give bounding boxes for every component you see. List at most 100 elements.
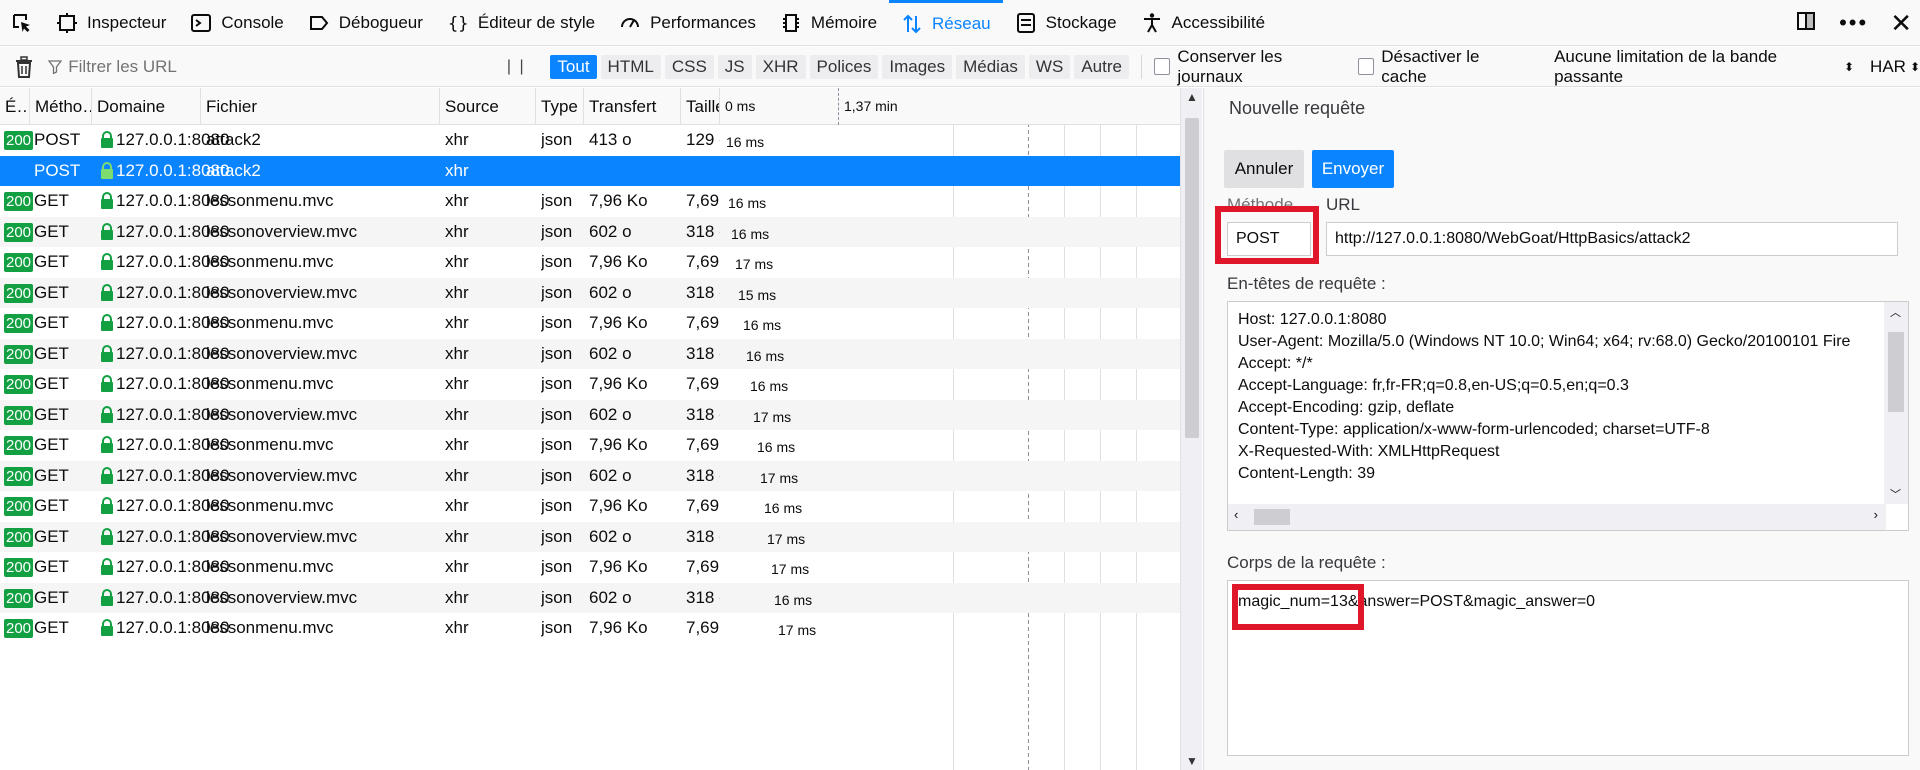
lock-icon: [100, 131, 114, 153]
table-row[interactable]: POST 127.0.0.1:8080 attack2 xhr: [0, 155, 1182, 186]
har-menu[interactable]: HAR ⬍: [1870, 57, 1920, 77]
column-header[interactable]: Type: [536, 88, 584, 125]
close-icon[interactable]: ✕: [1890, 8, 1912, 39]
chevron-right-icon[interactable]: ›: [1874, 507, 1878, 522]
table-row[interactable]: 200 POST 127.0.0.1:8080 attack2 xhr json 413 o…: [0, 125, 1182, 156]
filter-placeholder: Filtrer les URL: [68, 56, 177, 76]
file-cell: lessonmenu.mvc: [206, 435, 334, 454]
type-filter-button[interactable]: Polices: [809, 54, 879, 79]
table-row[interactable]: 200 GET 127.0.0.1:8080 lessonmenu.mvc xhr jso…: [0, 308, 1182, 339]
table-row[interactable]: 200 GET 127.0.0.1:8080 lessonoverview.mvc xh…: [0, 277, 1182, 308]
lock-icon: [100, 253, 114, 275]
headers-horizontal-scrollbar[interactable]: ‹ ›: [1228, 504, 1886, 530]
table-row[interactable]: 200 GET 127.0.0.1:8080 lessonoverview.mvc xh…: [0, 460, 1182, 491]
tab-storage[interactable]: Stockage: [1003, 0, 1129, 46]
table-row[interactable]: 200 GET 127.0.0.1:8080 lessonmenu.mvc xhr jso…: [0, 369, 1182, 400]
tab-inspector[interactable]: Inspecteur: [44, 0, 178, 46]
type-filter-button[interactable]: CSS: [664, 54, 714, 79]
more-options-icon[interactable]: •••: [1839, 10, 1868, 36]
pause-button[interactable]: | |: [492, 58, 540, 76]
method-cell: GET: [34, 252, 69, 271]
url-input[interactable]: http://127.0.0.1:8080/WebGoat/HttpBasics…: [1326, 222, 1898, 256]
type-filter-button[interactable]: XHR: [755, 54, 806, 79]
transfer-cell: 602 o: [589, 282, 632, 302]
timing-cell: 16 ms: [764, 500, 803, 516]
cancel-button[interactable]: Annuler: [1224, 150, 1304, 188]
column-header[interactable]: Transfert: [584, 88, 681, 125]
tab-style-editor[interactable]: {} Éditeur de style: [435, 0, 607, 46]
tab-memory[interactable]: Mémoire: [768, 0, 889, 46]
table-row[interactable]: 200 GET 127.0.0.1:8080 lessonoverview.mvc xh…: [0, 521, 1182, 552]
element-picker-button[interactable]: [0, 0, 44, 46]
table-row[interactable]: 200 GET 127.0.0.1:8080 lessonoverview.mvc xh…: [0, 338, 1182, 369]
table-row[interactable]: 200 GET 127.0.0.1:8080 lessonoverview.mvc xh…: [0, 216, 1182, 247]
clear-button[interactable]: [0, 55, 48, 78]
size-cell: 7,69…: [686, 313, 720, 332]
persist-logs-checkbox[interactable]: Conserver les journaux: [1153, 47, 1346, 87]
type-filter-button[interactable]: Images: [882, 54, 953, 79]
request-list-scrollbar[interactable]: ▲ ▼: [1180, 88, 1202, 770]
status-badge: 200: [4, 131, 33, 150]
tab-console[interactable]: Console: [178, 0, 295, 46]
method-input[interactable]: POST: [1227, 222, 1311, 256]
table-row[interactable]: 200 GET 127.0.0.1:8080 lessonmenu.mvc xhr jso…: [0, 552, 1182, 583]
column-header[interactable]: É…: [0, 88, 30, 125]
column-header[interactable]: 1,37 min: [838, 88, 908, 125]
url-filter-input[interactable]: Filtrer les URL: [48, 52, 492, 82]
scrollbar-thumb[interactable]: [1185, 118, 1199, 438]
type-filter-button[interactable]: Tout: [550, 54, 597, 79]
scrollbar-thumb[interactable]: [1888, 332, 1904, 412]
chevron-left-icon[interactable]: ‹: [1234, 507, 1238, 522]
har-label: HAR: [1870, 56, 1906, 76]
console-icon: [190, 12, 212, 34]
type-filter-button[interactable]: Autre: [1074, 54, 1129, 79]
table-row[interactable]: 200 GET 127.0.0.1:8080 lessonoverview.mvc xh…: [0, 399, 1182, 430]
tab-debugger[interactable]: Débogueur: [296, 0, 435, 46]
tab-accessibility[interactable]: Accessibilité: [1129, 0, 1278, 46]
chevron-up-icon[interactable]: ︿: [1890, 304, 1901, 320]
method-cell: GET: [34, 404, 69, 424]
size-cell: 7,69…: [686, 435, 720, 454]
table-row[interactable]: 200 GET 127.0.0.1:8080 lessonmenu.mvc xhr jso…: [0, 186, 1182, 217]
send-button[interactable]: Envoyer: [1312, 150, 1394, 188]
table-row[interactable]: 200 GET 127.0.0.1:8080 lessonmenu.mvc xhr jso…: [0, 613, 1182, 644]
tab-label: Performances: [650, 12, 756, 32]
column-header[interactable]: Fichier: [201, 88, 440, 125]
storage-icon: [1015, 12, 1037, 34]
headers-textarea[interactable]: Host: 127.0.0.1:8080 User-Agent: Mozilla/…: [1227, 301, 1909, 531]
type-cell: json: [541, 557, 573, 576]
dock-toggle-icon[interactable]: [1795, 10, 1817, 37]
throttling-select[interactable]: Aucune limitation de la bande passante ⬍: [1554, 47, 1854, 87]
method-cell: GET: [34, 526, 69, 546]
scrollbar-thumb[interactable]: [1254, 509, 1290, 525]
table-row[interactable]: 200 GET 127.0.0.1:8080 lessonmenu.mvc xhr jso…: [0, 247, 1182, 278]
column-header[interactable]: Source: [440, 88, 536, 125]
table-row[interactable]: 200 GET 127.0.0.1:8080 lessonmenu.mvc xhr jso…: [0, 430, 1182, 461]
type-cell: json: [541, 526, 573, 546]
type-cell: json: [541, 618, 573, 637]
column-header[interactable]: Domaine: [92, 88, 201, 125]
column-header[interactable]: Métho…: [30, 88, 92, 125]
scroll-up-icon[interactable]: ▲: [1186, 90, 1198, 104]
type-filter-button[interactable]: JS: [717, 54, 752, 79]
disable-cache-checkbox[interactable]: Désactiver le cache: [1357, 47, 1524, 87]
file-cell: lessonoverview.mvc: [206, 343, 358, 363]
lock-icon: [100, 588, 114, 611]
column-header[interactable]: 0 ms: [720, 88, 838, 125]
type-filter-button[interactable]: Médias: [956, 54, 1025, 79]
type-filter-button[interactable]: WS: [1028, 54, 1071, 79]
chevron-down-icon[interactable]: ﹀: [1890, 486, 1901, 502]
body-textarea[interactable]: magic_num=13&answer=POST&magic_answer=0: [1227, 580, 1909, 756]
scroll-down-icon[interactable]: ▼: [1186, 754, 1198, 768]
table-row[interactable]: 200 GET 127.0.0.1:8080 lessonoverview.mvc xh…: [0, 582, 1182, 613]
tab-performance[interactable]: Performances: [607, 0, 768, 46]
column-header[interactable]: Taille: [681, 88, 720, 125]
timing-cell: 16 ms: [726, 134, 765, 150]
tab-label: Éditeur de style: [477, 12, 596, 32]
tab-network[interactable]: Réseau: [889, 0, 1003, 46]
type-filter-button[interactable]: HTML: [600, 54, 661, 79]
size-cell: 318 o: [686, 221, 720, 241]
table-row[interactable]: 200 GET 127.0.0.1:8080 lessonmenu.mvc xhr jso…: [0, 491, 1182, 522]
size-cell: 7,69…: [686, 374, 720, 393]
headers-vertical-scrollbar[interactable]: ︿ ﹀: [1884, 302, 1908, 504]
